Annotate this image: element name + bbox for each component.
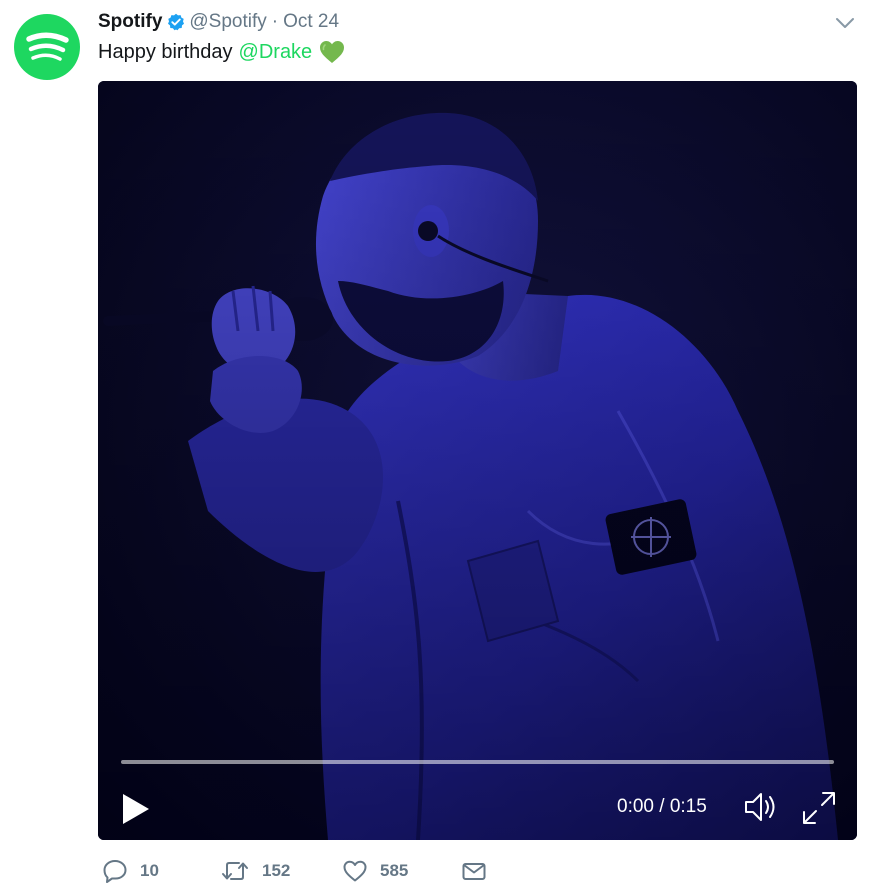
video-progress-bar[interactable] <box>121 760 834 764</box>
user-handle[interactable]: @Spotify <box>189 11 266 33</box>
retweet-count: 152 <box>262 861 291 880</box>
video-player[interactable]: 0:00 / 0:15 <box>98 81 857 840</box>
verified-badge-icon <box>167 13 185 31</box>
chevron-down-icon[interactable] <box>834 12 856 34</box>
like-count: 585 <box>380 861 409 880</box>
heart-icon <box>343 860 367 882</box>
tweet-actions: 10 152 585 <box>98 858 558 890</box>
green-heart-emoji-icon <box>320 41 345 63</box>
play-icon[interactable] <box>121 792 151 826</box>
spotify-logo-icon <box>26 32 69 61</box>
tweet-timestamp[interactable]: Oct 24 <box>283 11 339 33</box>
reply-count: 10 <box>140 861 159 880</box>
retweet-button[interactable]: 152 <box>220 858 290 884</box>
tweet-text: Happy birthday @Drake <box>98 38 345 66</box>
reply-icon <box>103 860 127 883</box>
video-time-readout: 0:00 / 0:15 <box>617 796 707 817</box>
avatar[interactable] <box>14 14 80 80</box>
volume-icon[interactable] <box>743 790 779 824</box>
display-name[interactable]: Spotify <box>98 11 162 33</box>
video-frame <box>98 81 857 840</box>
separator-dot: · <box>271 11 279 32</box>
tweet-header: Spotify @Spotify · Oct 24 <box>98 9 339 35</box>
tweet-text-body: Happy birthday <box>98 41 233 63</box>
direct-message-button[interactable] <box>461 858 487 884</box>
mention-link[interactable]: @Drake <box>239 38 313 66</box>
envelope-icon <box>462 863 486 880</box>
retweet-icon <box>222 862 248 880</box>
fullscreen-icon[interactable] <box>801 790 837 826</box>
reply-button[interactable]: 10 <box>102 858 159 884</box>
like-button[interactable]: 585 <box>342 858 408 884</box>
